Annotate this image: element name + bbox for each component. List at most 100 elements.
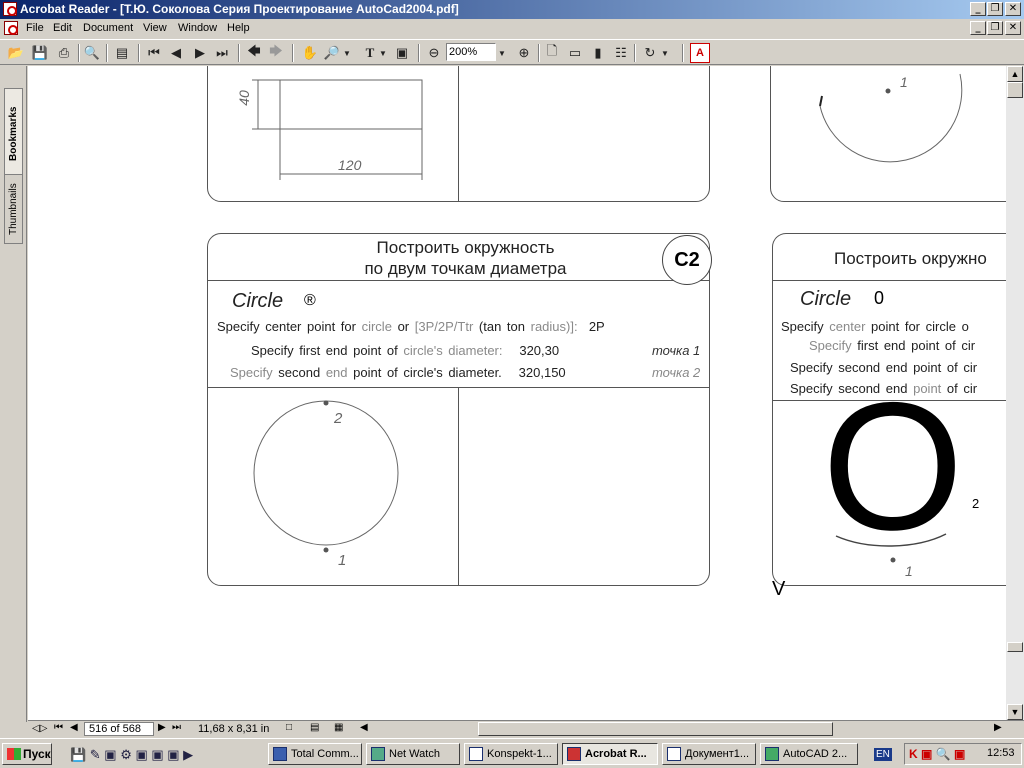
- tab-thumbnails[interactable]: Thumbnails: [4, 174, 23, 244]
- doc-restore-button[interactable]: ❐: [987, 21, 1003, 35]
- scroll-thumb[interactable]: [1007, 82, 1023, 98]
- scroll-down-arrow-icon[interactable]: ▼: [1007, 704, 1023, 720]
- scroll-right-arrow-icon[interactable]: ▶: [994, 722, 1002, 733]
- scroll-up-arrow-icon[interactable]: ▲: [1007, 66, 1023, 82]
- language-indicator[interactable]: EN: [874, 748, 892, 761]
- acrobat-icon: [567, 747, 581, 761]
- menu-bar: File Edit Document View Window Help _ ❐ …: [0, 19, 1024, 38]
- rotate-view-icon[interactable]: ↻: [640, 43, 660, 63]
- start-button[interactable]: Пуск: [2, 743, 52, 765]
- hand-tool-icon[interactable]: ✋: [300, 43, 320, 63]
- next-page-icon[interactable]: ▶: [190, 43, 210, 63]
- menu-file[interactable]: File: [26, 22, 44, 34]
- menu-edit[interactable]: Edit: [53, 22, 72, 34]
- task-acrobat-reader[interactable]: Acrobat R...: [562, 743, 658, 765]
- c2-circle-drawing: [253, 400, 399, 553]
- vertical-scrollbar[interactable]: ▲ ▼: [1006, 66, 1024, 720]
- right-circle-arc-drawing: [835, 533, 947, 563]
- find-icon[interactable]: 🔍: [82, 43, 102, 63]
- scroll-left-arrow-icon[interactable]: ◀: [360, 722, 368, 733]
- go-back-icon[interactable]: 🡄: [244, 43, 264, 63]
- tray-icons[interactable]: K ▣ 🔍 ▣: [909, 747, 965, 761]
- task-autocad[interactable]: AutoCAD 2...: [760, 743, 858, 765]
- right-card-command-symbol: 0: [874, 288, 885, 308]
- menu-view[interactable]: View: [143, 22, 167, 34]
- net-watch-icon: [371, 747, 385, 761]
- c2-command-symbol: ®: [304, 292, 316, 309]
- circle-drawing-top: [819, 73, 963, 163]
- word-doc-icon: [667, 747, 681, 761]
- close-button[interactable]: ✕: [1005, 2, 1021, 16]
- go-forward-icon[interactable]: 🡆: [266, 43, 286, 63]
- c2-title-line1: Построить окружность: [376, 238, 555, 257]
- right-card-command-name: Circle: [800, 288, 852, 310]
- zoom-out-icon[interactable]: ⊖: [424, 43, 444, 63]
- continuous-icon[interactable]: ▤: [310, 722, 319, 733]
- rotate-dropdown-icon[interactable]: ▼: [660, 43, 670, 63]
- windows-logo-icon: [7, 748, 21, 760]
- tab-bookmarks[interactable]: Bookmarks: [4, 88, 23, 180]
- next-page-icon[interactable]: ▶: [158, 722, 166, 733]
- system-tray: K ▣ 🔍 ▣ 12:53: [904, 743, 1022, 765]
- open-folder-icon[interactable]: 📂: [6, 43, 26, 63]
- zoom-in-tool-icon[interactable]: 🔎: [322, 43, 342, 63]
- text-select-tool-icon[interactable]: T: [360, 43, 380, 63]
- first-page-icon[interactable]: ⏮: [144, 43, 164, 63]
- c2-title-line2: по двум точкам диаметра: [364, 259, 567, 278]
- right-point1-label: 1: [905, 563, 913, 579]
- last-page-icon[interactable]: ⏭: [172, 722, 181, 733]
- zoom-in-icon[interactable]: ⊕: [514, 43, 534, 63]
- task-document1[interactable]: Документ1...: [662, 743, 756, 765]
- facing-icon[interactable]: ▦: [334, 722, 343, 733]
- minimize-button[interactable]: _: [970, 2, 986, 16]
- fit-page-icon[interactable]: ▭: [565, 43, 585, 63]
- save-icon[interactable]: 💾: [30, 43, 50, 63]
- fit-width-icon[interactable]: ▮: [588, 43, 608, 63]
- c2-badge: C2: [662, 235, 712, 285]
- reflow-icon[interactable]: ☷: [611, 43, 631, 63]
- horizontal-scroll-thumb[interactable]: [478, 722, 833, 736]
- total-commander-icon: [273, 747, 287, 761]
- c2-prompt-line1: Specify center point for circle or [3P/2…: [217, 319, 605, 334]
- c2-point1-caption: точка 1: [652, 343, 701, 358]
- dimension-height-label: 40: [235, 90, 252, 106]
- zoom-input[interactable]: 200%: [446, 43, 496, 61]
- last-page-icon[interactable]: ⏭: [212, 43, 232, 63]
- menu-help[interactable]: Help: [227, 22, 250, 34]
- snapshot-tool-icon[interactable]: ▣: [392, 43, 412, 63]
- split-handle-icon[interactable]: ◁▷: [32, 723, 47, 734]
- c2-point2-caption: точка 2: [652, 365, 701, 380]
- scroll-position-marker[interactable]: [1007, 642, 1023, 652]
- task-konspekt[interactable]: Konspekt-1...: [464, 743, 558, 765]
- zoom-dropdown-icon[interactable]: ▼: [496, 43, 508, 63]
- autocad-icon: [765, 747, 779, 761]
- doc-minimize-button[interactable]: _: [970, 21, 986, 35]
- zoom-tool-dropdown-icon[interactable]: ▼: [342, 43, 352, 63]
- menu-window[interactable]: Window: [178, 22, 217, 34]
- show-navigation-pane-icon[interactable]: ▤: [112, 43, 132, 63]
- document-icon: [4, 21, 18, 35]
- c2-point2-label: 2: [334, 410, 343, 427]
- page-size-label: 11,68 x 8,31 in: [198, 723, 270, 735]
- prev-page-icon[interactable]: ◀: [70, 722, 78, 733]
- c2-prompt-line3: Specify second end point of circle's dia…: [230, 365, 566, 380]
- window-title: Acrobat Reader - [Т.Ю. Соколова Серия Пр…: [20, 2, 459, 16]
- word-doc-icon: [469, 747, 483, 761]
- actual-size-icon[interactable]: 🗋: [542, 43, 562, 63]
- right-prompt-line1: Specify center point for circle o: [781, 319, 969, 334]
- restore-button[interactable]: ❐: [987, 2, 1003, 16]
- quicklaunch-icons[interactable]: 💾 ✎ ▣ ⚙ ▣ ▣ ▣ ▶: [70, 747, 193, 763]
- text-tool-dropdown-icon[interactable]: ▼: [378, 43, 388, 63]
- print-icon[interactable]: ⎙: [54, 43, 74, 63]
- page-number-field[interactable]: 516 of 568: [84, 722, 154, 736]
- task-total-commander[interactable]: Total Comm...: [268, 743, 362, 765]
- menu-document[interactable]: Document: [83, 22, 133, 34]
- doc-close-button[interactable]: ✕: [1005, 21, 1021, 35]
- single-page-icon[interactable]: □: [286, 722, 292, 733]
- first-page-icon[interactable]: ⏮: [54, 722, 63, 733]
- previous-page-icon[interactable]: ◀: [166, 43, 186, 63]
- clock: 12:53: [987, 747, 1015, 759]
- task-net-watch[interactable]: Net Watch: [366, 743, 460, 765]
- adobe-logo-icon[interactable]: A: [690, 43, 710, 63]
- right-card-title: Построить окружно: [834, 249, 987, 268]
